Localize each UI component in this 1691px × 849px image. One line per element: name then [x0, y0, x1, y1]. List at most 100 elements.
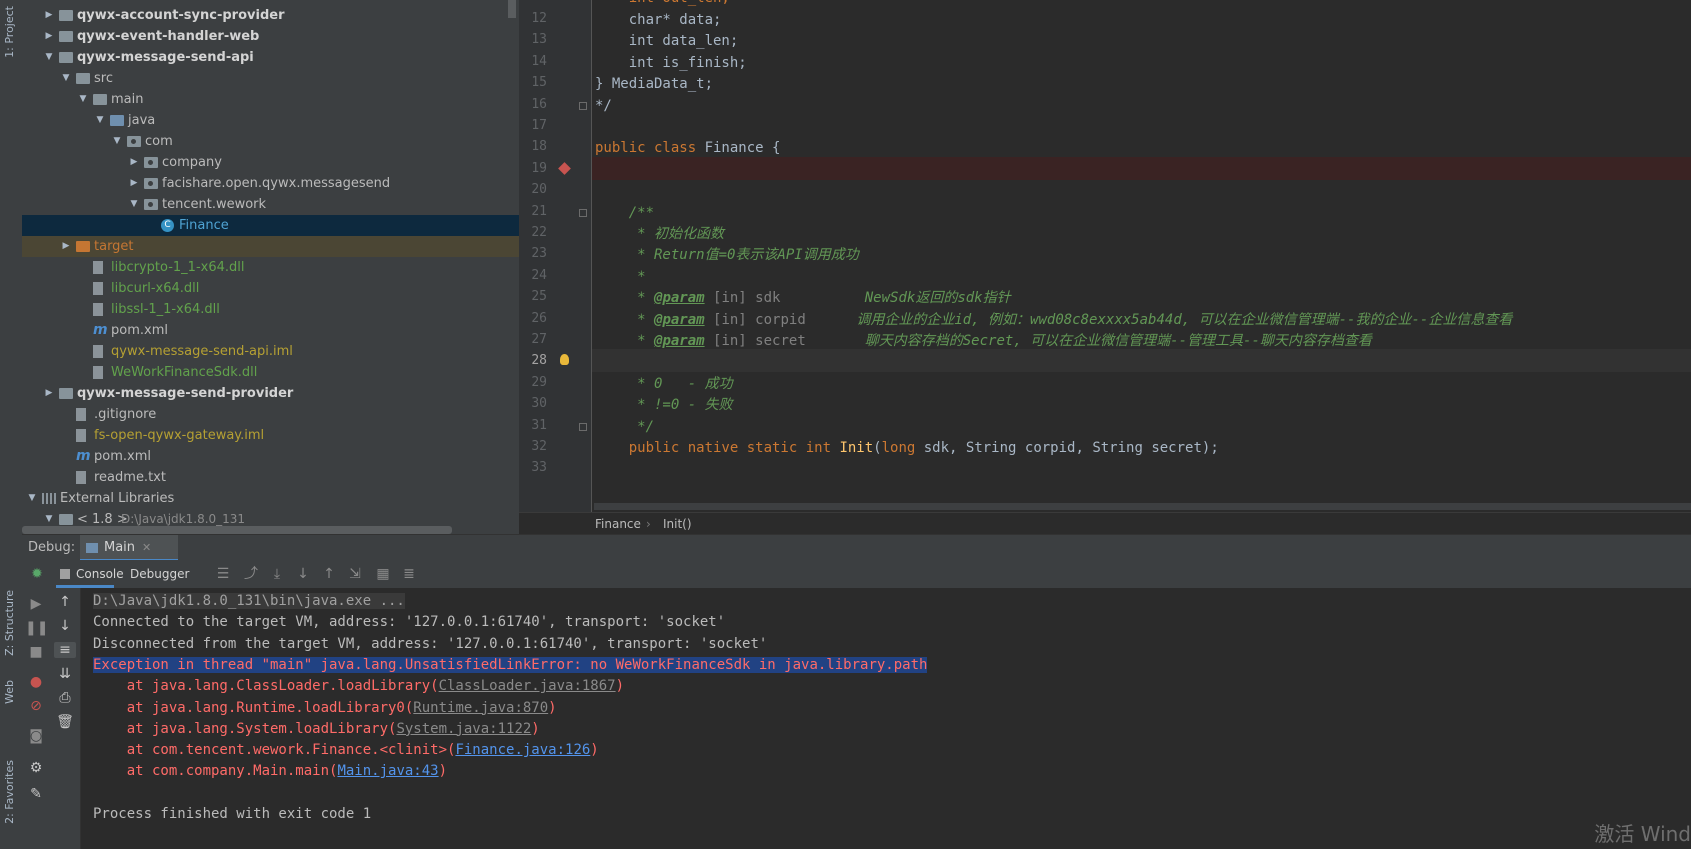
project-tree-item[interactable]: ▼ com [22, 131, 519, 152]
fold-marker-icon[interactable] [579, 101, 587, 110]
step-into-icon[interactable]: ↓ [292, 560, 314, 588]
breadcrumb-class[interactable]: Finance [595, 513, 641, 535]
clear-all-icon[interactable]: 🗑 [54, 714, 76, 730]
project-vertical-scrollbar[interactable] [508, 0, 516, 18]
project-tree-item[interactable]: ▶ qywx-account-sync-provider [22, 5, 519, 26]
show-execution-point-icon[interactable]: ⤴ [240, 560, 262, 588]
intention-bulb-icon[interactable] [560, 354, 569, 366]
stacktrace-source-link[interactable]: ClassLoader.java:1867 [439, 678, 616, 694]
console-line[interactable]: at com.tencent.wework.Finance.<clinit>(F… [93, 739, 599, 762]
project-tree-item[interactable]: libcurl-x64.dll [22, 278, 519, 299]
scroll-to-end-icon[interactable]: ⇊ [54, 666, 76, 682]
code-line[interactable]: * !=0 - 失败 [595, 394, 732, 417]
expand-arrow-right-icon[interactable]: ▶ [128, 152, 140, 173]
scroll-up-icon[interactable]: ↑ [54, 594, 76, 610]
expand-arrow-down-icon[interactable]: ▼ [43, 47, 55, 68]
scroll-down-icon[interactable]: ↓ [54, 618, 76, 634]
console-line[interactable]: at java.lang.ClassLoader.loadLibrary(Cla… [93, 675, 624, 698]
web-tool-tab[interactable]: Web [3, 680, 16, 704]
mute-breakpoints-icon[interactable]: ⊘ [25, 698, 47, 714]
code-line[interactable]: /** [595, 202, 654, 225]
console-line[interactable]: at java.lang.System.loadLibrary(System.j… [93, 718, 540, 741]
console-line[interactable]: at com.company.Main.main(Main.java:43) [93, 760, 447, 783]
tab-console[interactable]: Console [56, 560, 124, 588]
project-tree-item[interactable]: ▼ src [22, 68, 519, 89]
project-tree-item[interactable]: m pom.xml [22, 320, 519, 341]
fold-marker-icon[interactable] [579, 208, 587, 217]
structure-tool-tab[interactable]: Z: Structure [3, 590, 16, 656]
console-line[interactable]: Exception in thread "main" java.lang.Uns… [93, 654, 928, 677]
close-icon[interactable]: ✕ [142, 535, 151, 561]
console-output[interactable]: D:\Java\jdk1.8.0_131\bin\java.exe ... Con… [81, 588, 1691, 849]
debug-session-tab[interactable]: Main ✕ [80, 535, 178, 561]
project-horizontal-scrollbar[interactable] [22, 526, 452, 534]
project-tree-item[interactable]: ▼ External Libraries [22, 488, 519, 509]
expand-arrow-right-icon[interactable]: ▶ [128, 173, 140, 194]
console-line[interactable]: D:\Java\jdk1.8.0_131\bin\java.exe ... [93, 590, 405, 613]
console-line[interactable]: Connected to the target VM, address: '12… [93, 611, 725, 634]
evaluate-expression-icon[interactable]: ▦ [372, 560, 394, 588]
editor-horizontal-scrollbar[interactable] [594, 503, 1691, 510]
print-icon[interactable]: ⎙ [54, 690, 76, 706]
project-tree-item[interactable]: WeWorkFinanceSdk.dll [22, 362, 519, 383]
expand-arrow-down-icon[interactable]: ▼ [26, 488, 38, 509]
project-tree-item[interactable]: readme.txt [22, 467, 519, 488]
expand-arrow-right-icon[interactable]: ▶ [43, 383, 55, 404]
editor-gutter[interactable]: 12 13 14 15 16 17 18 19 20 21 22 23 24 25 26 27 28 29 30 31… [519, 0, 592, 512]
expand-arrow-down-icon[interactable]: ▼ [94, 110, 106, 131]
stop-icon[interactable]: ■ [25, 644, 47, 660]
code-line[interactable]: public native static int Init(long sdk, … [595, 437, 1219, 460]
code-line[interactable]: int is_finish; [595, 52, 747, 75]
project-tree-item[interactable]: ▶ qywx-event-handler-web [22, 26, 519, 47]
code-line[interactable]: * 初始化函数 [595, 223, 724, 246]
console-line[interactable]: Process finished with exit code 1 [93, 803, 371, 826]
console-line[interactable]: Disconnected from the target VM, address… [93, 633, 767, 656]
code-line[interactable]: * [595, 266, 645, 289]
step-over-icon[interactable]: ⤓ [266, 560, 288, 588]
project-tree-item[interactable]: ▼ main [22, 89, 519, 110]
project-tool-tab[interactable]: 1: Project [3, 6, 16, 58]
settings-gear-icon[interactable]: ⚙ [25, 760, 47, 776]
code-line[interactable]: * @param [in] corpid 调用企业的企业id, 例如：wwd08… [595, 309, 1512, 332]
resume-icon[interactable]: ▶ [25, 596, 47, 612]
camera-icon[interactable]: ◙ [25, 728, 47, 744]
code-line[interactable]: } MediaData_t; [595, 73, 713, 96]
project-tree-item[interactable]: ▼ tencent.wework [22, 194, 519, 215]
code-line[interactable]: * 0 - 成功 [595, 373, 732, 396]
expand-arrow-down-icon[interactable]: ▼ [60, 68, 72, 89]
stacktrace-source-link[interactable]: Main.java:43 [337, 763, 438, 779]
console-line[interactable]: at java.lang.Runtime.loadLibrary0(Runtim… [93, 697, 557, 720]
code-line[interactable]: * @param [in] sdk NewSdk返回的sdk指针 [595, 287, 1010, 310]
project-tree-item[interactable]: m pom.xml [22, 446, 519, 467]
expand-arrow-right-icon[interactable]: ▶ [43, 26, 55, 47]
favorites-tool-tab[interactable]: 2: Favorites [3, 760, 16, 824]
project-tree-item[interactable]: ▶ facishare.open.qywx.messagesend [22, 173, 519, 194]
code-line[interactable]: char* data; [595, 9, 722, 32]
soft-wrap-icon[interactable]: ≡ [54, 642, 76, 658]
project-tree-item[interactable]: C Finance [22, 215, 519, 236]
pin-icon[interactable]: ✎ [25, 786, 47, 802]
trace-icon[interactable]: ≣ [398, 560, 420, 588]
expand-arrow-down-icon[interactable]: ▼ [77, 89, 89, 110]
code-line[interactable]: * Return值=0表示该API调用成功 [595, 244, 859, 267]
run-to-cursor-icon[interactable]: ⇲ [344, 560, 366, 588]
pause-icon[interactable]: ❚❚ [25, 620, 48, 636]
fold-marker-icon[interactable] [579, 422, 587, 431]
expand-arrow-down-icon[interactable]: ▼ [111, 131, 123, 152]
breakpoint-icon[interactable] [558, 161, 571, 175]
tab-debugger[interactable]: Debugger [130, 560, 189, 588]
code-line[interactable]: */ [595, 95, 612, 118]
stacktrace-source-link[interactable]: Finance.java:126 [455, 742, 590, 758]
code-editor[interactable]: 12 13 14 15 16 17 18 19 20 21 22 23 24 25 26 27 28 29 30 31… [519, 0, 1691, 512]
breadcrumb-method[interactable]: Init() [663, 513, 692, 535]
expand-arrow-down-icon[interactable]: ▼ [128, 194, 140, 215]
project-tree-item[interactable]: fs-open-qywx-gateway.iml [22, 425, 519, 446]
project-tree-item[interactable]: ▼ qywx-message-send-api [22, 47, 519, 68]
project-tree-item[interactable]: libcrypto-1_1-x64.dll [22, 257, 519, 278]
step-out-icon[interactable]: ↑ [318, 560, 340, 588]
project-tree-item[interactable]: ▼ java [22, 110, 519, 131]
project-tree-item[interactable]: ▶ target [22, 236, 519, 257]
code-line[interactable]: int data_len; [595, 30, 739, 53]
project-tree-item[interactable]: libssl-1_1-x64.dll [22, 299, 519, 320]
project-tree-item[interactable]: ▶ qywx-message-send-provider [22, 383, 519, 404]
